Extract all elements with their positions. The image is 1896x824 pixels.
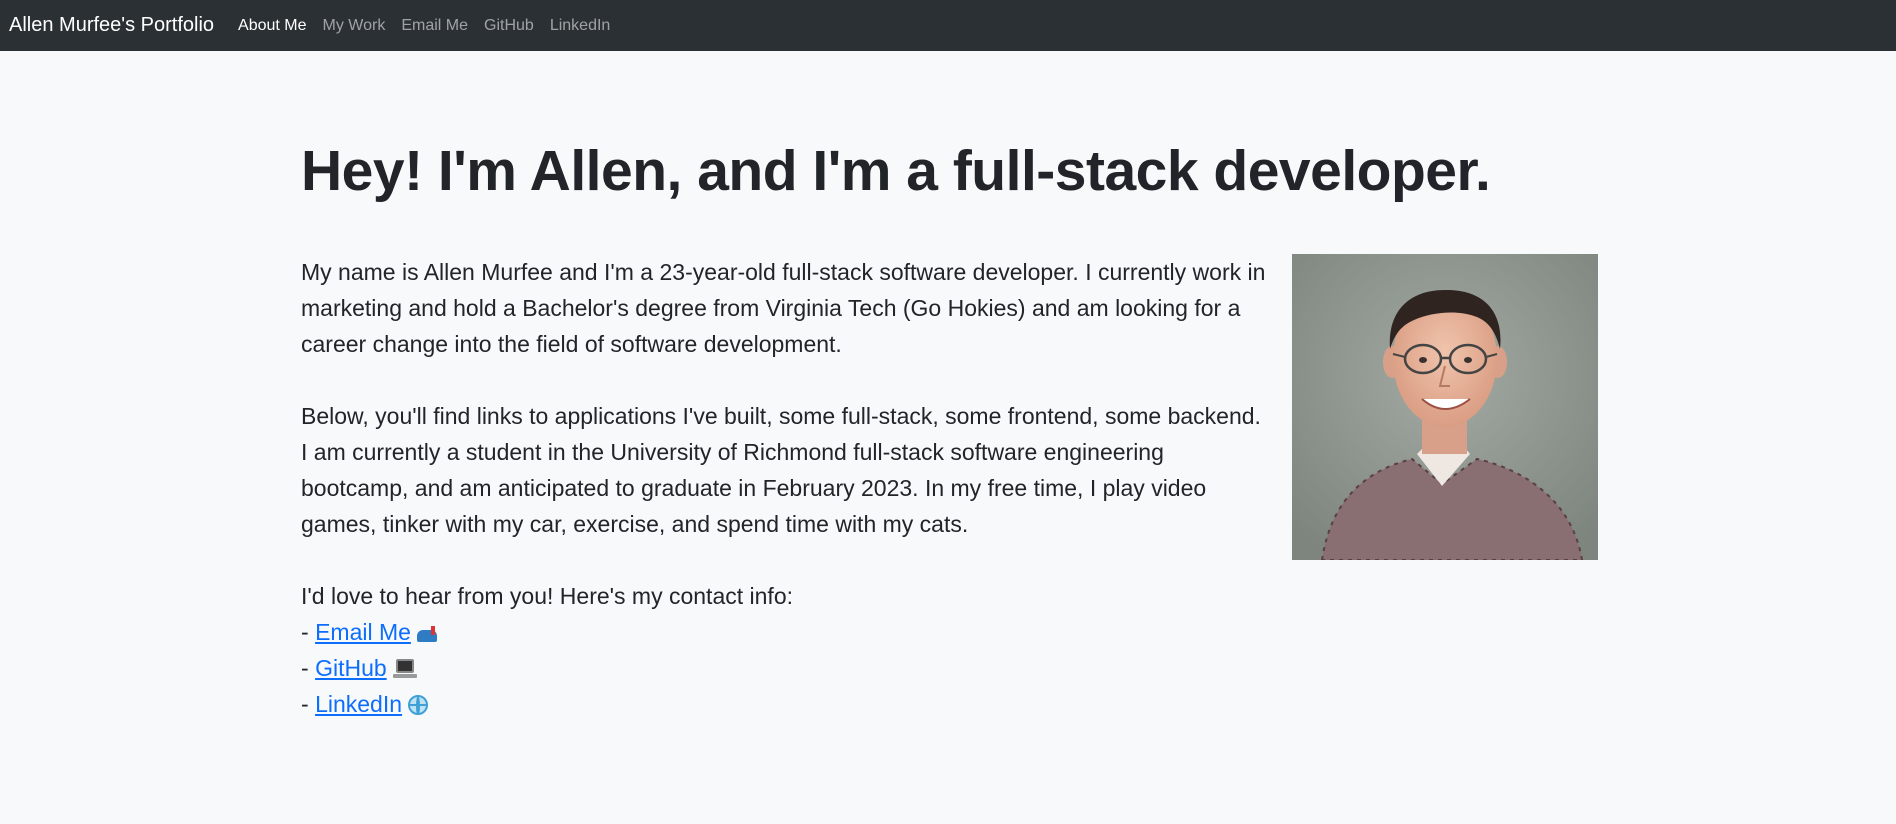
- linkedin-link[interactable]: LinkedIn: [315, 691, 402, 717]
- about-content: My name is Allen Murfee and I'm a 23-yea…: [301, 254, 1271, 722]
- top-navbar: Allen Murfee's Portfolio About Me My Wor…: [0, 0, 1896, 51]
- email-me-link[interactable]: Email Me: [315, 619, 411, 645]
- github-link[interactable]: GitHub: [315, 655, 387, 681]
- contact-intro: I'd love to hear from you! Here's my con…: [301, 583, 793, 609]
- contact-prefix: -: [301, 619, 316, 645]
- nav-link-email-me[interactable]: Email Me: [401, 17, 468, 35]
- brand-link[interactable]: Allen Murfee's Portfolio: [9, 14, 214, 37]
- nav-link-linkedin[interactable]: LinkedIn: [550, 17, 611, 35]
- contact-section: I'd love to hear from you! Here's my con…: [301, 578, 1271, 722]
- profile-photo: [1292, 254, 1598, 560]
- intro-paragraph: My name is Allen Murfee and I'm a 23-yea…: [301, 259, 1266, 357]
- nav-link-about-me[interactable]: About Me: [238, 17, 306, 35]
- contact-prefix: -: [301, 655, 316, 681]
- contact-prefix: -: [301, 691, 316, 717]
- nav-links: About Me My Work Email Me GitHub LinkedI…: [238, 17, 626, 35]
- nav-link-my-work[interactable]: My Work: [323, 17, 386, 35]
- contact-item-email: - Email Me: [301, 614, 1271, 650]
- mailbox-icon: [416, 626, 441, 642]
- page-headline: Hey! I'm Allen, and I'm a full-stack dev…: [301, 139, 1491, 203]
- bootcamp-paragraph: Below, you'll find links to applications…: [301, 403, 1261, 537]
- contact-item-linkedin: - LinkedIn: [301, 686, 1271, 722]
- globe-icon: [408, 695, 429, 715]
- laptop-icon: [392, 659, 417, 679]
- nav-link-github[interactable]: GitHub: [484, 17, 534, 35]
- contact-item-github: - GitHub: [301, 650, 1271, 686]
